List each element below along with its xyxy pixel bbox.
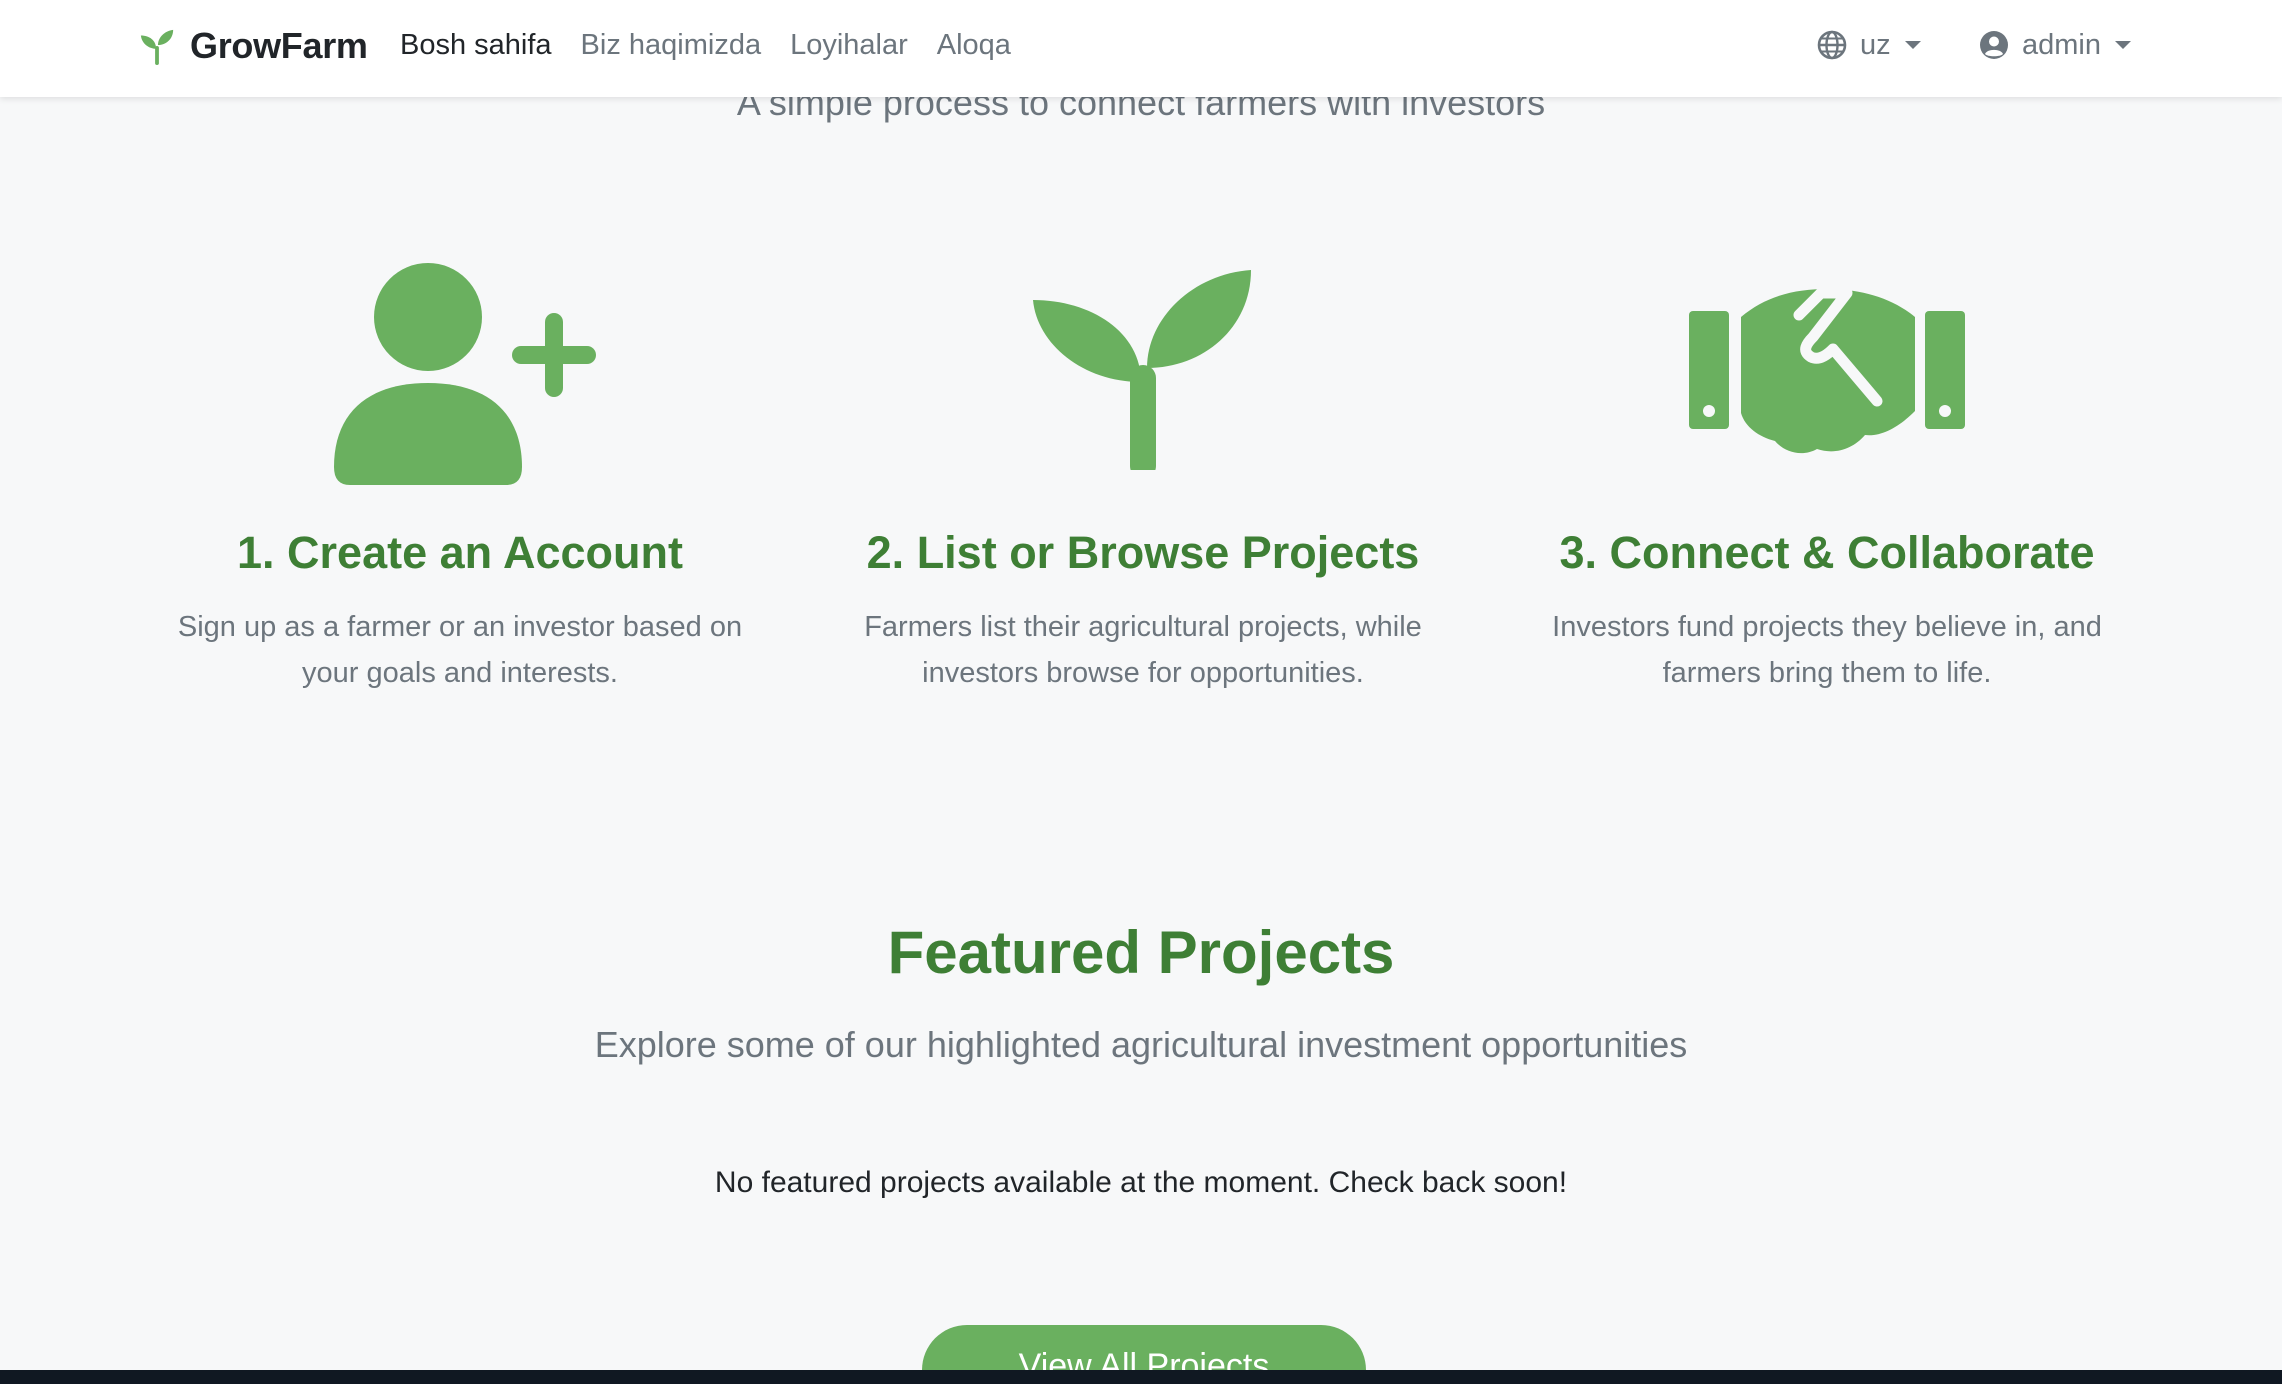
navbar: GrowFarm Bosh sahifa Biz haqimizda Loyih… [0,0,2282,97]
step-description: Investors fund projects they believe in,… [1552,611,2102,689]
featured-projects-title: Featured Projects [887,919,1395,986]
nav-link-projects[interactable]: Loyihalar [790,24,908,66]
featured-projects-subtitle: Explore some of our highlighted agricult… [594,1024,1688,1065]
chevron-down-icon [2115,41,2131,49]
empty-state-message: No featured projects available at the mo… [714,1166,1568,1199]
language-label: uz [1860,28,1891,61]
user-plus-icon [140,250,780,490]
handshake-icon [1507,250,2147,490]
step-description: Sign up as a farmer or an investor based… [177,611,743,689]
footer [0,1370,2282,1384]
user-dropdown[interactable]: admin [1978,24,2131,66]
username-label: admin [2022,28,2101,61]
nav-link-home[interactable]: Bosh sahifa [400,24,552,66]
globe-icon [1817,30,1847,60]
nav-links: Bosh sahifa Biz haqimizda Loyihalar Aloq… [400,24,1040,66]
step-description: Farmers list their agricultural projects… [864,611,1422,689]
seedling-logo-icon [140,29,174,65]
page: GrowFarm Bosh sahifa Biz haqimizda Loyih… [0,0,2282,1384]
seedling-icon [823,250,1463,490]
brand-name: GrowFarm [190,25,368,66]
nav-link-about[interactable]: Biz haqimizda [581,24,762,66]
nav-link-contact[interactable]: Aloqa [937,24,1011,66]
step-title: 2. List or Browse Projects [866,527,1420,578]
step-title: 3. Connect & Collaborate [1559,527,2095,578]
brand-link[interactable]: GrowFarm [138,22,368,70]
language-dropdown[interactable]: uz [1816,24,1921,66]
user-circle-icon [1980,31,2008,59]
step-title: 1. Create an Account [237,527,683,578]
chevron-down-icon [1904,41,1921,49]
step-card: 2. List or Browse Projects Farmers list … [823,250,1463,696]
step-card: 1. Create an Account Sign up as a farmer… [140,250,780,696]
step-card: 3. Connect & Collaborate Investors fund … [1507,250,2147,696]
